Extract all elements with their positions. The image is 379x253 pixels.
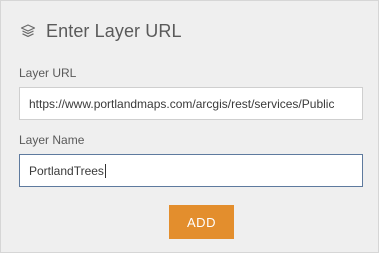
layer-name-value: PortlandTrees — [29, 163, 104, 178]
layer-name-input[interactable]: PortlandTrees — [19, 154, 363, 187]
panel-header: Enter Layer URL — [19, 17, 182, 45]
add-layer-url-panel: Enter Layer URL Layer URL https://www.po… — [0, 0, 379, 253]
layers-icon — [19, 22, 37, 40]
layer-url-input[interactable]: https://www.portlandmaps.com/arcgis/rest… — [19, 87, 363, 120]
add-button[interactable]: ADD — [169, 205, 234, 239]
layer-name-label: Layer Name — [19, 133, 85, 147]
text-caret — [104, 163, 106, 178]
layer-url-label: Layer URL — [19, 66, 77, 80]
layer-url-value: https://www.portlandmaps.com/arcgis/rest… — [29, 96, 335, 111]
panel-title: Enter Layer URL — [46, 20, 182, 41]
